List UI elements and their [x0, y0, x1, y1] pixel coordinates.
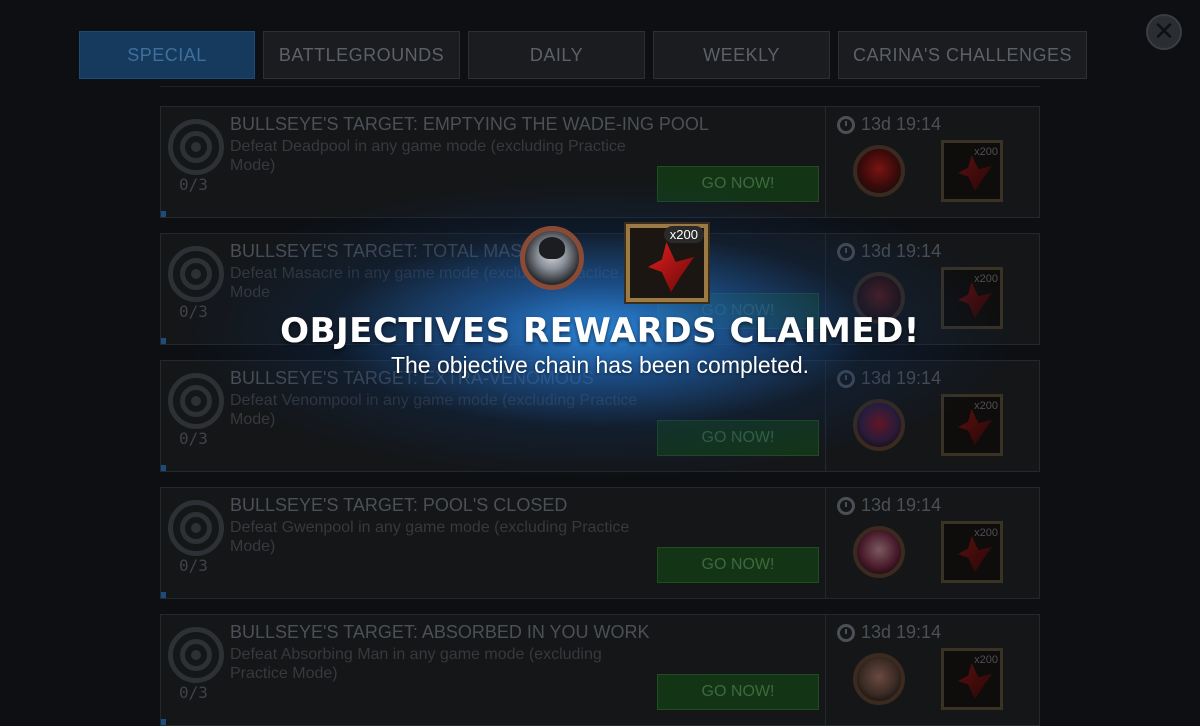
stopwatch-icon — [837, 242, 855, 261]
timer-text: 13d 19:14 — [861, 241, 942, 261]
target-icon — [168, 119, 224, 175]
objective-timer: 13d 19:14 — [837, 114, 941, 135]
go-now-button[interactable]: GO NOW! — [657, 166, 819, 202]
tab-special[interactable]: SPECIAL — [79, 31, 255, 79]
reward-box[interactable]: x200 — [941, 140, 1003, 202]
deadpool-portrait-icon — [853, 145, 905, 197]
go-now-button[interactable]: GO NOW! — [657, 674, 819, 710]
timer-text: 13d 19:14 — [861, 114, 942, 134]
reward-quantity: x200 — [974, 527, 998, 539]
objective-description: Defeat Gwenpool in any game mode (exclud… — [230, 519, 630, 555]
absorbing-man-portrait-icon — [853, 653, 905, 705]
tab-carinas-challenges[interactable]: CARINA'S CHALLENGES — [838, 31, 1087, 79]
objective-timer: 13d 19:14 — [837, 241, 941, 262]
reward-quantity: x200 — [974, 146, 998, 158]
shard-icon — [958, 409, 992, 445]
tab-daily[interactable]: DAILY — [468, 31, 645, 79]
reward-box[interactable]: x200 — [941, 521, 1003, 583]
target-icon — [168, 373, 224, 429]
card-accent — [161, 592, 166, 598]
venompool-portrait-icon — [853, 399, 905, 451]
timer-text: 13d 19:14 — [861, 495, 942, 515]
objective-progress: 0/3 — [179, 429, 208, 448]
objective-progress: 0/3 — [179, 683, 208, 702]
list-divider — [160, 86, 1040, 91]
stopwatch-icon — [837, 115, 855, 134]
reward-box[interactable]: x200 — [941, 394, 1003, 456]
shard-icon — [648, 242, 694, 292]
objective-description: Defeat Deadpool in any game mode (exclud… — [230, 138, 626, 174]
tab-weekly[interactable]: WEEKLY — [653, 31, 830, 79]
shard-icon — [958, 536, 992, 572]
reward-box[interactable]: x200 — [941, 648, 1003, 710]
objective-card: BULLSEYE'S TARGET: ABSORBED IN YOU WORK … — [160, 614, 1040, 726]
stopwatch-icon — [837, 496, 855, 515]
objective-description: Defeat Absorbing Man in any game mode (e… — [230, 646, 602, 682]
objective-progress: 0/3 — [179, 175, 208, 194]
reward-quantity: x200 — [974, 400, 998, 412]
objective-timer: 13d 19:14 — [837, 495, 941, 516]
popup-title: OBJECTIVES REWARDS CLAIMED! — [280, 311, 920, 351]
card-accent — [161, 211, 166, 217]
objective-description: Defeat Masacre in any game mode (excludi… — [230, 265, 619, 301]
objective-title: BULLSEYE'S TARGET: EMPTYING THE WADE-ING… — [230, 114, 709, 134]
reward-quantity: x200 — [974, 273, 998, 285]
objective-title: BULLSEYE'S TARGET: ABSORBED IN YOU WORK — [230, 622, 650, 642]
card-accent — [161, 465, 166, 471]
tab-battlegrounds[interactable]: BATTLEGROUNDS — [263, 31, 460, 79]
champion-avatar-icon — [520, 226, 584, 290]
go-now-button[interactable]: GO NOW! — [657, 547, 819, 583]
objective-progress: 0/3 — [179, 556, 208, 575]
gwenpool-portrait-icon — [853, 526, 905, 578]
close-x-icon: ✕ — [1153, 17, 1175, 47]
stopwatch-icon — [837, 623, 855, 642]
reward-quantity: x200 — [974, 654, 998, 666]
popup-reward-box: x200 — [626, 224, 708, 302]
shard-icon — [958, 155, 992, 191]
card-accent — [161, 719, 166, 725]
objective-timer: 13d 19:14 — [837, 622, 941, 643]
objective-description: Defeat Venompool in any game mode (exclu… — [230, 392, 638, 428]
target-icon — [168, 246, 224, 302]
objective-card: BULLSEYE'S TARGET: EMPTYING THE WADE-ING… — [160, 106, 1040, 218]
timer-text: 13d 19:14 — [861, 622, 942, 642]
popup-subtitle: The objective chain has been completed. — [390, 352, 810, 378]
close-button[interactable]: ✕ — [1146, 14, 1182, 50]
objective-title: BULLSEYE'S TARGET: POOL'S CLOSED — [230, 495, 568, 515]
go-now-button[interactable]: GO NOW! — [657, 420, 819, 456]
objective-card: BULLSEYE'S TARGET: POOL'S CLOSED Defeat … — [160, 487, 1040, 599]
popup-reward-quantity: x200 — [663, 226, 704, 243]
target-icon — [168, 500, 224, 556]
shard-icon — [958, 663, 992, 699]
